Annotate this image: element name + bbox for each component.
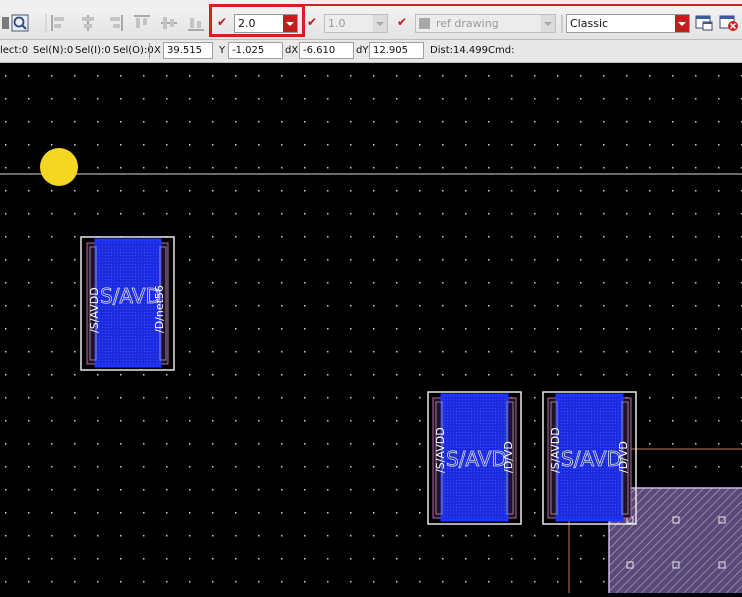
align-right-icon[interactable] xyxy=(104,12,126,34)
command-label: Cmd: xyxy=(488,45,515,56)
chevron-down-icon[interactable] xyxy=(675,15,689,32)
sel-o-count: Sel(O):0 xyxy=(113,45,154,56)
divider xyxy=(149,43,150,59)
status-bar: lect:0 Sel(N):0 Sel(I):0 Sel(O):0 X 39.5… xyxy=(0,40,742,63)
sel-n-count: Sel(N):0 xyxy=(33,45,74,56)
y-label: Y xyxy=(219,45,226,56)
align-top-icon[interactable] xyxy=(131,12,153,34)
dx-label: dX xyxy=(285,45,299,56)
dx-field[interactable]: -6.610 xyxy=(299,42,354,59)
secondary-combo[interactable]: 1.0 xyxy=(324,14,388,33)
ref-drawing-combo[interactable]: ref drawing xyxy=(415,14,556,33)
x-label: X xyxy=(154,45,161,56)
device-instance-3[interactable]: /S/AVDD /D/VD S/AVD xyxy=(542,391,637,525)
chevron-down-icon xyxy=(541,15,555,32)
theme-combo[interactable]: Classic xyxy=(566,14,690,33)
toolbar: ✔ 2.0 ✔ 1.0 ✔ ref drawing Classic xyxy=(0,7,742,40)
theme-value: Classic xyxy=(570,17,609,30)
net-label: S/AVD xyxy=(561,447,622,471)
select-count: lect:0 xyxy=(0,45,29,56)
device-instance-2[interactable]: /S/AVDD /D/VD S/AVD xyxy=(427,391,522,525)
highlight-box xyxy=(209,4,305,37)
x-coordinate-field[interactable]: 39.515 xyxy=(163,42,213,59)
highlight-line xyxy=(305,4,742,6)
close-window-icon[interactable] xyxy=(718,12,740,34)
align-left-icon[interactable] xyxy=(48,12,70,34)
sel-i-count: Sel(I):0 xyxy=(75,45,111,56)
ref-drawing-label: ref drawing xyxy=(436,17,499,30)
color-swatch-icon xyxy=(419,18,430,29)
layout-drawing[interactable]: /S/AVDD /D/net56 S/AVD /S/AVDD /D/VD S/A… xyxy=(0,63,742,597)
secondary-value: 1.0 xyxy=(328,17,346,30)
cursor-marker xyxy=(40,148,78,186)
dy-label: dY xyxy=(356,45,369,56)
layout-canvas[interactable]: /S/AVDD /D/net56 S/AVD /S/AVDD /D/VD S/A… xyxy=(0,63,742,597)
device-instance-1[interactable]: /S/AVDD /D/net56 S/AVD xyxy=(80,236,175,371)
y-coordinate-field[interactable]: -1.025 xyxy=(228,42,283,59)
align-bottom-icon[interactable] xyxy=(185,12,207,34)
align-center-icon[interactable] xyxy=(77,12,99,34)
secondary-check-icon[interactable]: ✔ xyxy=(305,15,319,29)
ref-drawing-check-icon[interactable]: ✔ xyxy=(395,15,409,29)
window-list-icon[interactable] xyxy=(693,12,715,34)
distance-readout: Dist:14.499 xyxy=(430,45,488,56)
net-label: S/AVD xyxy=(100,284,161,308)
zoom-fit-icon[interactable] xyxy=(9,12,31,34)
chevron-down-icon xyxy=(373,15,387,32)
separator xyxy=(561,15,563,33)
dy-field[interactable]: 12.905 xyxy=(369,42,424,59)
net-label: S/AVD xyxy=(446,447,507,471)
align-middle-icon[interactable] xyxy=(158,12,180,34)
